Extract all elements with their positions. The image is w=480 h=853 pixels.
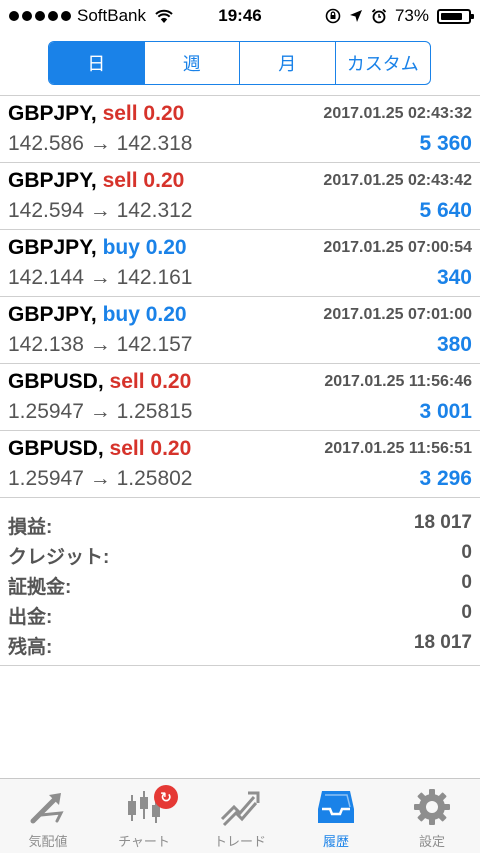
- trade-prices: 142.144 → 142.161: [8, 266, 193, 289]
- trade-prices: 142.594 → 142.312: [8, 199, 193, 222]
- trade-symbol: GBPUSD,: [8, 370, 104, 393]
- trade-symbol-line: GBPJPY, sell 0.20: [8, 169, 184, 193]
- tab-history[interactable]: 履歴: [288, 779, 384, 853]
- tab-quotes[interactable]: 気配値: [0, 779, 96, 853]
- summary-label: クレジット:: [8, 547, 110, 568]
- trade-symbol-line: GBPJPY, sell 0.20: [8, 102, 184, 126]
- trade-symbol: GBPJPY,: [8, 102, 97, 125]
- trade-profit: 5 640: [419, 199, 472, 222]
- trade-row[interactable]: GBPUSD, sell 0.20 2017.01.25 11:56:51 1.…: [0, 431, 480, 498]
- rotation-lock-icon: [325, 8, 341, 24]
- trade-row[interactable]: GBPJPY, buy 0.20 2017.01.25 07:01:00 142…: [0, 297, 480, 364]
- trade-date: 2017.01.25 02:43:42: [323, 172, 472, 189]
- summary-value: 18 017: [413, 512, 472, 533]
- trade-row[interactable]: GBPJPY, sell 0.20 2017.01.25 02:43:42 14…: [0, 163, 480, 230]
- summary-label: 出金:: [8, 607, 53, 628]
- trade-symbol: GBPJPY,: [8, 169, 97, 192]
- trade-profit: 5 360: [419, 132, 472, 155]
- trade-profit: 3 296: [419, 467, 472, 490]
- trade-row[interactable]: GBPJPY, sell 0.20 2017.01.25 02:43:32 14…: [0, 96, 480, 163]
- inbox-tray-icon: [314, 787, 358, 827]
- trade-symbol: GBPJPY,: [8, 303, 97, 326]
- trade-date: 2017.01.25 07:00:54: [323, 239, 472, 256]
- trade-profit: 380: [436, 333, 472, 356]
- bottom-tab-bar: 気配値 ↻ チャート トレード 履歴 設定: [0, 778, 480, 853]
- summary-row-profit: 損益: 18 017: [0, 510, 480, 540]
- summary-value: 18 017: [413, 632, 472, 653]
- tab-settings[interactable]: 設定: [384, 779, 480, 853]
- summary-label: 証拠金:: [8, 577, 72, 598]
- account-summary: 損益: 18 017 クレジット: 0 証拠金: 0 出金: 0 残高: 18 …: [0, 510, 480, 660]
- tab-chart[interactable]: ↻ チャート: [96, 779, 192, 853]
- tab-trade[interactable]: トレード: [192, 779, 288, 853]
- tab-month[interactable]: 月: [239, 42, 335, 84]
- battery-percent: 73%: [394, 6, 429, 25]
- trade-symbol-line: GBPUSD, sell 0.20: [8, 437, 191, 461]
- trade-row[interactable]: GBPJPY, buy 0.20 2017.01.25 07:00:54 142…: [0, 230, 480, 297]
- trade-date: 2017.01.25 11:56:46: [324, 373, 472, 390]
- quotes-arrows-icon: [26, 787, 70, 827]
- refresh-badge-icon: ↻: [154, 785, 178, 809]
- trade-symbol: GBPJPY,: [8, 236, 97, 259]
- summary-value: 0: [461, 542, 472, 563]
- trade-symbol-line: GBPJPY, buy 0.20: [8, 303, 187, 327]
- summary-row-credit: クレジット: 0: [0, 540, 480, 570]
- summary-label: 損益:: [8, 517, 53, 538]
- trade-side: buy 0.20: [102, 236, 187, 259]
- trade-side: sell 0.20: [102, 169, 185, 192]
- period-segmented-control: 日 週 月 カスタム: [48, 41, 431, 85]
- trade-trend-icon: [218, 787, 262, 827]
- tab-label: トレード: [213, 834, 266, 849]
- alarm-icon: [371, 8, 387, 24]
- summary-row-balance: 残高: 18 017: [0, 630, 480, 660]
- trade-date: 2017.01.25 11:56:51: [324, 440, 472, 457]
- trade-history-list: GBPJPY, sell 0.20 2017.01.25 02:43:32 14…: [0, 96, 480, 498]
- trade-prices: 1.25947 → 1.25815: [8, 400, 193, 423]
- tab-day[interactable]: 日: [49, 42, 144, 84]
- tab-label: 履歴: [322, 834, 349, 849]
- summary-value: 0: [461, 572, 472, 593]
- trade-date: 2017.01.25 07:01:00: [323, 306, 472, 323]
- tab-label: 気配値: [28, 834, 68, 849]
- tab-label: 設定: [418, 834, 445, 849]
- location-icon: [349, 10, 362, 22]
- summary-label: 残高:: [8, 637, 53, 658]
- status-bar: SoftBank 19:46 73%: [0, 0, 480, 34]
- trade-date: 2017.01.25 02:43:32: [323, 105, 472, 122]
- trade-prices: 1.25947 → 1.25802: [8, 467, 193, 490]
- summary-row-withdrawal: 出金: 0: [0, 600, 480, 630]
- trade-side: sell 0.20: [109, 370, 192, 393]
- battery-icon: [437, 8, 474, 24]
- trade-profit: 340: [436, 266, 472, 289]
- summary-value: 0: [461, 602, 472, 623]
- trade-row[interactable]: GBPUSD, sell 0.20 2017.01.25 11:56:46 1.…: [0, 364, 480, 431]
- tab-label: チャート: [118, 834, 170, 849]
- divider: [0, 665, 480, 666]
- trade-side: sell 0.20: [102, 102, 185, 125]
- trade-prices: 142.586 → 142.318: [8, 132, 193, 155]
- trade-symbol: GBPUSD,: [8, 437, 104, 460]
- trade-prices: 142.138 → 142.157: [8, 333, 193, 356]
- trade-side: sell 0.20: [109, 437, 192, 460]
- trade-side: buy 0.20: [102, 303, 187, 326]
- summary-row-margin: 証拠金: 0: [0, 570, 480, 600]
- trade-symbol-line: GBPJPY, buy 0.20: [8, 236, 187, 260]
- tab-week[interactable]: 週: [143, 42, 240, 84]
- tab-custom[interactable]: カスタム: [334, 42, 431, 84]
- trade-profit: 3 001: [419, 400, 472, 423]
- gear-icon: [410, 787, 454, 827]
- trade-symbol-line: GBPUSD, sell 0.20: [8, 370, 191, 394]
